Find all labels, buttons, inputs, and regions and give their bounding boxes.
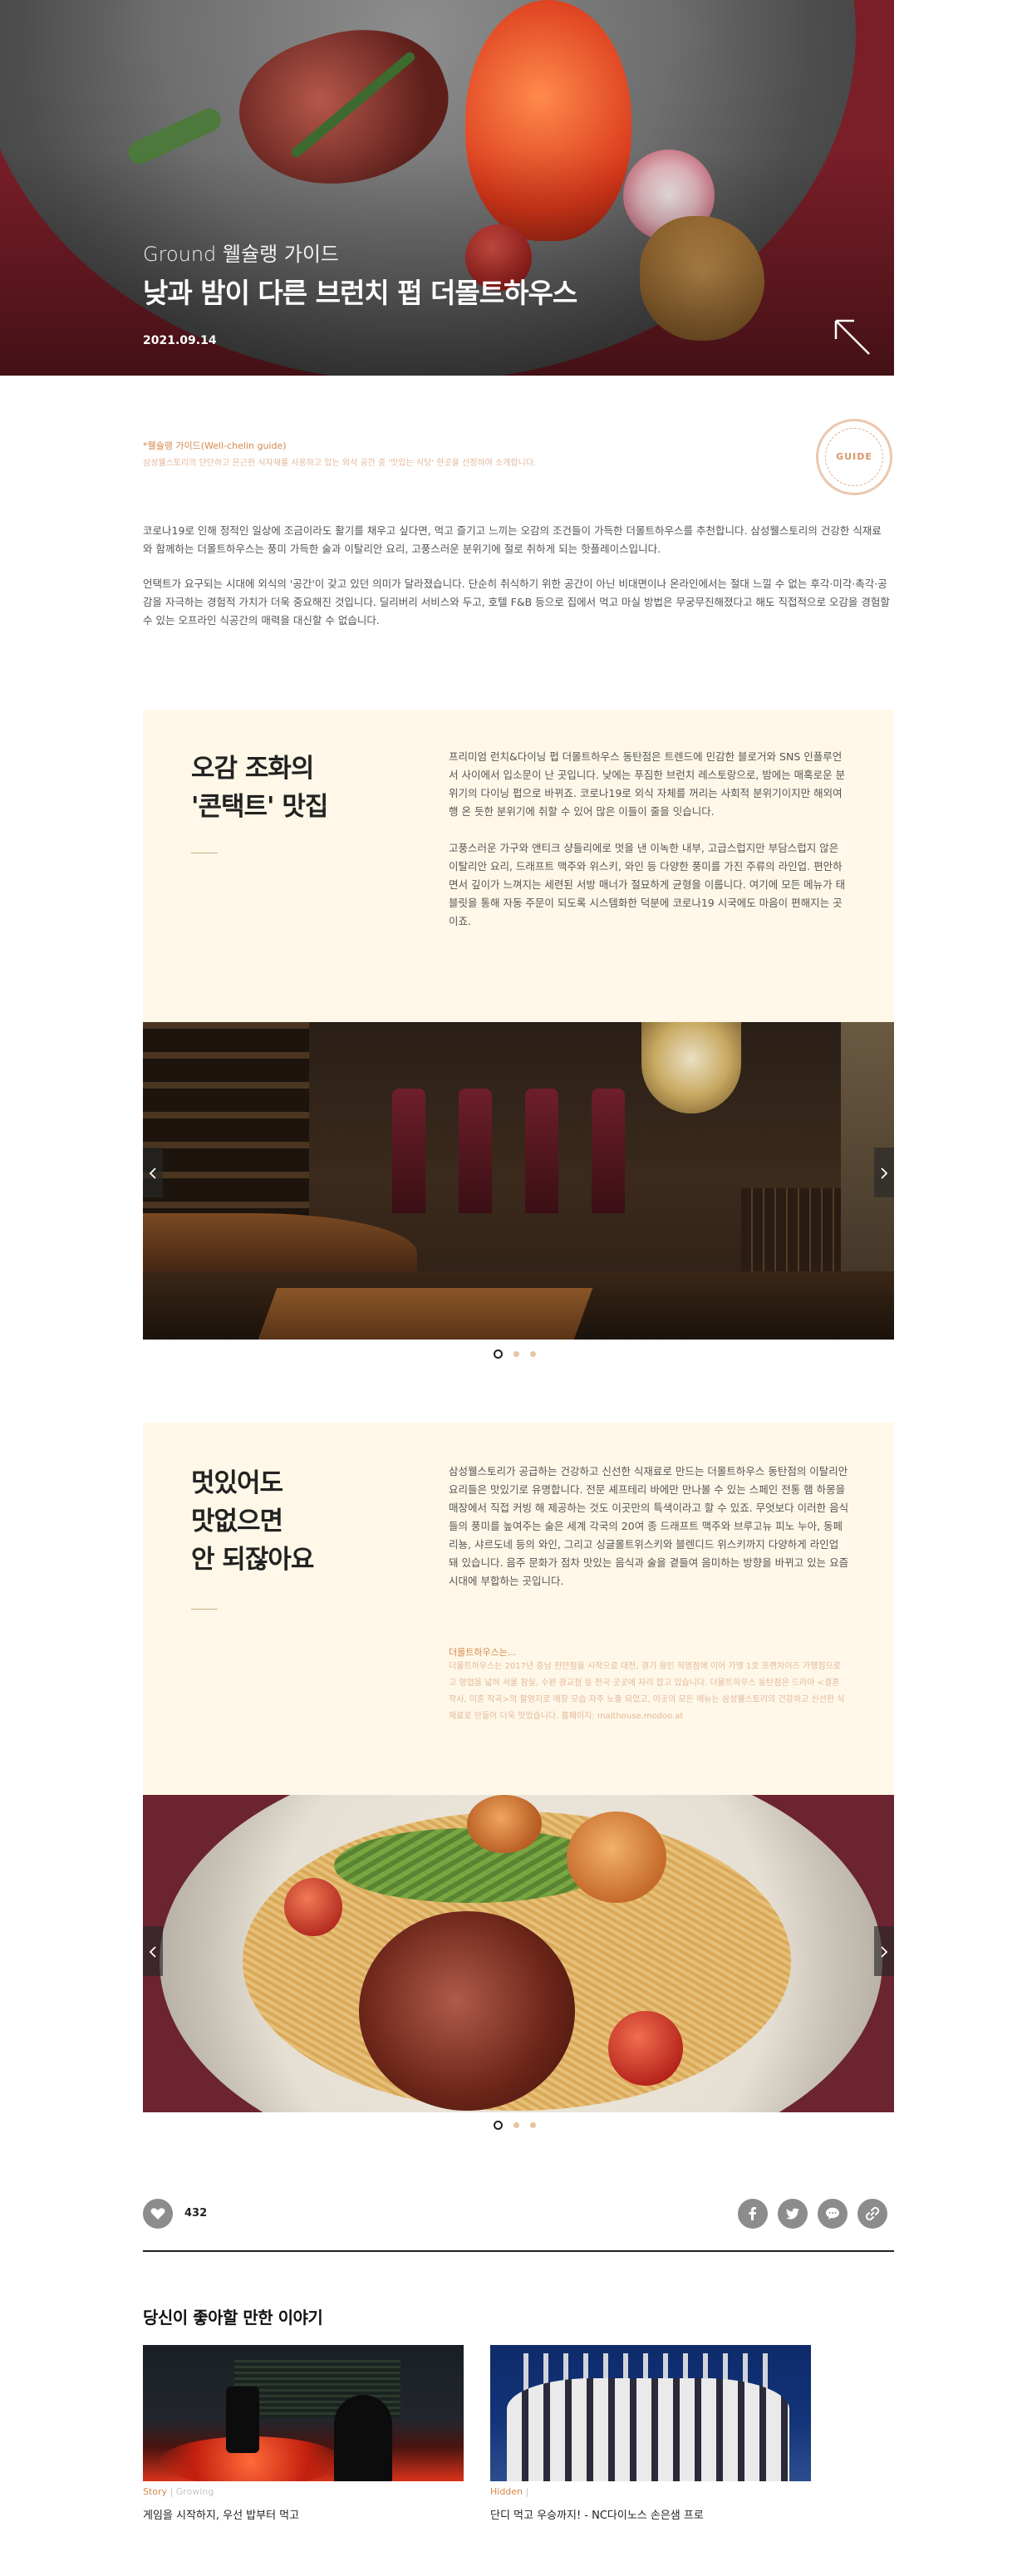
recommend-thumbnail[interactable] bbox=[143, 2345, 464, 2481]
table-image bbox=[258, 1288, 593, 1340]
section-contact-panel: 오감 조화의 '콘택트' 맛집 프리미엄 런치&다이닝 펍 더몰트하우스 동탄점… bbox=[143, 710, 894, 1022]
like-button[interactable] bbox=[143, 2199, 173, 2229]
section-title: 오감 조화의 '콘택트' 맛집 bbox=[191, 754, 328, 822]
section-divider bbox=[143, 2250, 894, 2252]
talk-icon bbox=[826, 2207, 839, 2220]
section-taste-panel: 멋있어도 맛없으면 안 되잖아요 삼성웰스토리가 공급하는 건강하고 신선한 식… bbox=[143, 1423, 894, 1795]
recommend-title[interactable]: 단디 먹고 우승까지! - NC다이노스 손은샘 프로 bbox=[490, 2506, 704, 2522]
recommend-heading: 당신이 좋아할 만한 이야기 bbox=[143, 2308, 323, 2328]
intro-paragraph: 코로나19로 인해 정적인 일상에 조금이라도 활기를 채우고 싶다면, 먹고 … bbox=[143, 524, 882, 555]
tomato-image bbox=[608, 2011, 683, 2086]
arrow-up-left-icon[interactable] bbox=[833, 317, 871, 356]
pagination-dot[interactable] bbox=[513, 1351, 519, 1357]
twitter-icon bbox=[786, 2208, 799, 2220]
info-label: 더몰트하우스는... bbox=[449, 1647, 517, 1658]
heart-icon bbox=[150, 2208, 165, 2220]
share-facebook-button[interactable] bbox=[738, 2199, 768, 2229]
info-text: 더몰트하우스는 2017년 중남 천안점을 시작으로 대전, 경기 용인 직영점… bbox=[449, 1662, 845, 1721]
carousel-pagination bbox=[494, 1349, 543, 1359]
guide-badge-text: GUIDE bbox=[836, 451, 872, 462]
pagination-dot[interactable] bbox=[494, 1349, 503, 1359]
carousel-next-button[interactable] bbox=[874, 1926, 894, 1976]
section-paragraph: 프리미엄 런치&다이닝 펍 더몰트하우스 동탄점은 트렌드에 민감한 블로거와 … bbox=[449, 750, 846, 818]
carousel-next-button[interactable] bbox=[874, 1148, 894, 1197]
guide-note: 삼성웰스토리의 단단하고 은근한 식자재를 사용하고 있는 외식 공간 중 '맛… bbox=[143, 459, 537, 468]
chevron-right-icon bbox=[881, 1168, 888, 1179]
hero-banner: Ground 웰슐랭 가이드 낮과 밤이 다른 브런치 펍 더몰트하우스 202… bbox=[0, 0, 894, 376]
page-title: 낮과 밤이 다른 브런치 펍 더몰트하우스 bbox=[143, 277, 577, 309]
guide-label: *웰슐랭 가이드(Well-chelin guide) bbox=[143, 440, 287, 451]
carousel-pagination bbox=[494, 2121, 543, 2131]
pagination-dot[interactable] bbox=[530, 2122, 536, 2128]
section-paragraph: 고풍스러운 가구와 앤티크 샹들리에로 멋을 낸 이녹한 내부, 고급스럽지만 … bbox=[449, 842, 846, 927]
pasta-photo-carousel[interactable] bbox=[143, 1795, 894, 2112]
divider bbox=[191, 1609, 218, 1610]
share-talk-button[interactable] bbox=[818, 2199, 848, 2229]
restaurant-photo-carousel[interactable] bbox=[143, 1022, 894, 1340]
share-twitter-button[interactable] bbox=[778, 2199, 808, 2229]
link-icon bbox=[865, 2206, 880, 2221]
share-link-button[interactable] bbox=[857, 2199, 887, 2229]
hero-category: Ground 웰슐랭 가이드 bbox=[143, 243, 340, 266]
pagination-dot[interactable] bbox=[530, 1351, 536, 1357]
recommend-thumbnail[interactable] bbox=[490, 2345, 811, 2481]
recommend-category: Story | Growing bbox=[143, 2486, 214, 2497]
section-paragraph: 삼성웰스토리가 공급하는 건강하고 신선한 식재료로 만드는 더몰트하우스 동탄… bbox=[449, 1465, 849, 1587]
pagination-dot[interactable] bbox=[513, 2122, 519, 2128]
post-date: 2021.09.14 bbox=[143, 334, 217, 347]
carousel-prev-button[interactable] bbox=[143, 1926, 163, 1976]
guide-badge: GUIDE bbox=[816, 419, 892, 495]
intro-paragraph: 언택트가 요구되는 시대에 외식의 '공간'이 갖고 있던 의미가 달라졌습니다… bbox=[143, 578, 890, 627]
octopus-image bbox=[359, 1911, 575, 2111]
like-count: 432 bbox=[184, 2207, 208, 2220]
recommend-category: Hidden | bbox=[490, 2486, 529, 2497]
scallop-image bbox=[567, 1812, 666, 1903]
facebook-icon bbox=[749, 2207, 756, 2220]
chevron-left-icon bbox=[149, 1946, 156, 1958]
section-title: 멋있어도 맛없으면 안 되잖아요 bbox=[191, 1468, 314, 1575]
chevron-right-icon bbox=[881, 1946, 888, 1958]
pagination-dot[interactable] bbox=[494, 2121, 503, 2130]
recommend-title[interactable]: 게임을 시작하지, 우선 밥부터 먹고 bbox=[143, 2506, 299, 2522]
chevron-left-icon bbox=[149, 1168, 156, 1179]
carousel-prev-button[interactable] bbox=[143, 1148, 163, 1197]
